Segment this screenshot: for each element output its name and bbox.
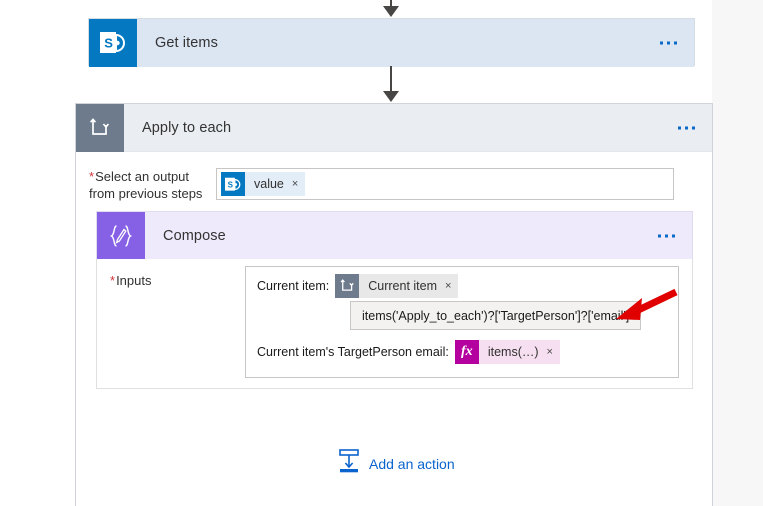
apply-to-each-title: Apply to each	[142, 119, 232, 136]
token-chip-items-label: items(…)	[487, 345, 539, 359]
token-chip-items-body: items(…) ×	[478, 340, 560, 364]
connector-top	[376, 0, 406, 18]
loop-icon	[76, 103, 124, 152]
inputs-line-target-person: Current item's TargetPerson email: fx it…	[246, 340, 560, 364]
token-chip-value-label: value	[254, 177, 284, 191]
sharepoint-icon: S	[89, 19, 137, 67]
fx-icon: fx	[454, 340, 479, 364]
close-icon[interactable]: ×	[292, 178, 298, 190]
loop-glyph	[89, 117, 110, 135]
add-action-glyph	[339, 449, 359, 473]
apply-to-each-more-options-button[interactable]	[678, 126, 695, 129]
svg-text:S: S	[104, 36, 113, 51]
token-chip-value[interactable]: S value ×	[221, 172, 306, 196]
svg-text:S: S	[228, 180, 234, 189]
get-items-title: Get items	[155, 35, 218, 51]
connector-middle	[376, 66, 406, 103]
token-chip-current-item-label: Current item	[368, 279, 438, 293]
sharepoint-glyph: S	[225, 177, 241, 191]
inputs-line2-prefix: Current item's TargetPerson email:	[257, 345, 449, 359]
required-asterisk: *	[89, 169, 95, 184]
compose-title: Compose	[163, 228, 226, 244]
apply-to-each-header[interactable]: Apply to each	[76, 103, 712, 152]
compose-braces-icon	[97, 212, 145, 260]
compose-header[interactable]: Compose	[97, 212, 692, 260]
compose-glyph	[109, 225, 133, 247]
expression-tooltip: items('Apply_to_each')?['TargetPerson']?…	[350, 301, 642, 330]
token-chip-current-item[interactable]: Current item ×	[335, 274, 459, 298]
compose-more-options-button[interactable]	[658, 234, 675, 238]
add-action-icon	[338, 449, 360, 478]
inputs-line1-prefix: Current item:	[257, 279, 330, 293]
inputs-line-current-item: Current item: Current item ×	[246, 274, 678, 298]
sharepoint-glyph: S	[100, 32, 125, 53]
add-an-action-button[interactable]: Add an action	[338, 449, 455, 478]
inputs-label-text: Inputs	[116, 273, 152, 288]
select-output-field-row: *Select an output from previous steps S	[76, 152, 712, 202]
close-icon[interactable]: ×	[547, 346, 553, 358]
canvas-right-gutter	[712, 0, 763, 506]
select-output-label-line2: from previous steps	[89, 186, 203, 201]
get-items-header[interactable]: S Get items	[89, 19, 694, 67]
flow-designer-canvas: S Get items Apply to each *Select an out…	[0, 0, 763, 506]
action-card-compose[interactable]: Compose	[96, 211, 693, 260]
select-output-label-line1: Select an output	[95, 169, 190, 184]
action-card-get-items[interactable]: S Get items	[88, 18, 695, 67]
sharepoint-icon: S	[221, 172, 245, 196]
loop-icon	[335, 274, 360, 298]
token-chip-current-item-body: Current item ×	[359, 274, 459, 298]
required-asterisk: *	[110, 273, 116, 288]
token-chip-value-body: value ×	[245, 172, 306, 196]
expression-tooltip-text: items('Apply_to_each')?['TargetPerson']?…	[362, 308, 630, 323]
inputs-label: *Inputs	[110, 273, 151, 288]
close-icon[interactable]: ×	[445, 280, 451, 292]
add-an-action-label: Add an action	[369, 455, 455, 472]
get-items-more-options-button[interactable]	[660, 41, 677, 45]
select-output-label: *Select an output from previous steps	[76, 168, 216, 202]
token-chip-items-expression[interactable]: fx items(…) ×	[454, 340, 560, 364]
loop-glyph	[340, 279, 354, 291]
select-output-input[interactable]: S value ×	[216, 168, 674, 200]
